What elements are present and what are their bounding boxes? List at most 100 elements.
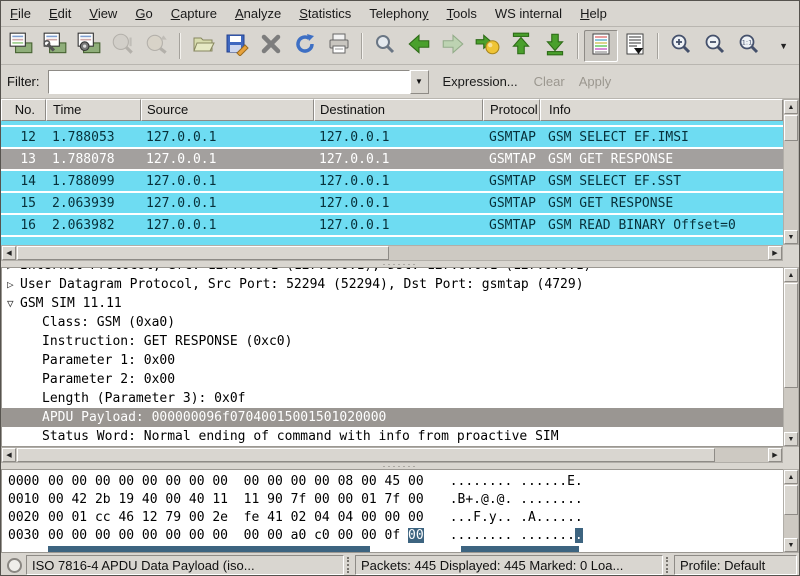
hex-bytes[interactable]: 00 00 00 00 00 00 00 00 00 00 00 00 08 0… — [48, 474, 424, 489]
go-back-button[interactable] — [402, 30, 436, 62]
detail-row[interactable]: Class: GSM (0xa0) — [2, 313, 783, 332]
hex-ascii[interactable]: ........ ....... — [450, 528, 575, 543]
hex-ascii[interactable]: ........ ......E. — [450, 474, 583, 489]
column-header-destination[interactable]: Destination — [314, 99, 483, 121]
capture-start-button[interactable] — [72, 30, 106, 62]
hex-row[interactable]: 000000 00 00 00 00 00 00 00 00 00 00 00 … — [2, 472, 783, 490]
expander-icon[interactable]: ▷ — [7, 267, 14, 272]
packet-row-partial[interactable] — [1, 237, 783, 245]
expander-icon[interactable]: ▽ — [7, 297, 14, 310]
hex-ascii[interactable]: .B+.@.@. ........ — [450, 492, 583, 507]
column-header-info[interactable]: Info — [540, 99, 783, 121]
detail-row[interactable]: Parameter 2: 0x00 — [2, 370, 783, 389]
scroll-left-button[interactable]: ◀ — [2, 448, 16, 462]
menu-go[interactable]: Go — [126, 2, 161, 25]
expert-info-icon[interactable] — [7, 558, 22, 573]
hex-bytes[interactable]: 00 00 00 00 00 00 00 00 00 00 a0 c0 00 0… — [48, 528, 408, 543]
menu-statistics[interactable]: Statistics — [290, 2, 360, 25]
menu-view[interactable]: View — [80, 2, 126, 25]
capture-restart-button[interactable] — [140, 30, 174, 62]
scrollbar-thumb[interactable] — [784, 485, 798, 515]
scroll-right-button[interactable]: ▶ — [768, 448, 782, 462]
capture-options-button[interactable] — [38, 30, 72, 62]
detail-row[interactable]: Length (Parameter 3): 0x0f — [2, 389, 783, 408]
go-forward-button[interactable] — [436, 30, 470, 62]
detail-row[interactable]: ▷Internet Protocol, Src: 127.0.0.1 (127.… — [2, 267, 783, 275]
capture-stop-button[interactable] — [106, 30, 140, 62]
packet-row[interactable]: 162.063982127.0.0.1127.0.0.1GSMTAPGSM RE… — [1, 215, 783, 237]
hex-byte-highlighted[interactable]: 00 — [408, 528, 424, 543]
menu-ws-internal[interactable]: WS internal — [486, 2, 571, 25]
menu-edit[interactable]: Edit — [40, 2, 80, 25]
hex-ascii-highlighted[interactable]: . — [575, 528, 583, 543]
scrollbar-thumb[interactable] — [784, 283, 798, 388]
find-packet-button[interactable] — [368, 30, 402, 62]
hex-row[interactable]: 001000 42 2b 19 40 00 40 11 11 90 7f 00 … — [2, 490, 783, 508]
hex-vertical-scrollbar[interactable]: ▲ ▼ — [783, 469, 799, 553]
hex-row[interactable]: 003000 00 00 00 00 00 00 00 00 00 a0 c0 … — [2, 526, 783, 544]
menu-file[interactable]: File — [1, 2, 40, 25]
scroll-down-button[interactable]: ▼ — [784, 230, 798, 244]
detail-row[interactable]: Status Word: Normal ending of command wi… — [2, 427, 783, 446]
save-file-button[interactable] — [220, 30, 254, 62]
interface-list-button[interactable] — [4, 30, 38, 62]
packet-row[interactable]: 152.063939127.0.0.1127.0.0.1GSMTAPGSM GE… — [1, 193, 783, 215]
menu-help[interactable]: Help — [571, 2, 616, 25]
apply-button[interactable]: Apply — [579, 74, 612, 89]
open-file-button[interactable] — [186, 30, 220, 62]
zoom-out-button[interactable] — [698, 30, 732, 62]
go-to-packet-button[interactable] — [470, 30, 504, 62]
menu-tools[interactable]: Tools — [438, 2, 486, 25]
detail-row[interactable]: ▽GSM SIM 11.11 — [2, 294, 783, 313]
details-vertical-scrollbar[interactable]: ▲ ▼ — [783, 267, 799, 447]
auto-scroll-button[interactable] — [618, 30, 652, 62]
scrollbar-thumb[interactable] — [17, 448, 715, 462]
hex-bytes[interactable]: 00 42 2b 19 40 00 40 11 11 90 7f 00 00 0… — [48, 492, 424, 507]
scroll-down-button[interactable]: ▼ — [784, 432, 798, 446]
filter-input[interactable] — [48, 70, 410, 94]
scroll-up-button[interactable]: ▲ — [784, 100, 798, 114]
status-profile[interactable]: Profile: Default — [674, 555, 797, 575]
go-to-bottom-button[interactable] — [538, 30, 572, 62]
expander-icon[interactable]: ▷ — [7, 278, 14, 291]
scrollbar-thumb[interactable] — [784, 115, 798, 141]
close-file-button[interactable] — [254, 30, 288, 62]
detail-row[interactable]: Parameter 1: 0x00 — [2, 351, 783, 370]
packet-row-selected[interactable]: 131.788078127.0.0.1127.0.0.1GSMTAPGSM GE… — [1, 149, 783, 171]
column-header-protocol[interactable]: Protocol — [483, 99, 540, 121]
hex-bytes[interactable]: 00 01 cc 46 12 79 00 2e fe 41 02 04 04 0… — [48, 510, 424, 525]
column-header-time[interactable]: Time — [46, 99, 141, 121]
packet-row[interactable]: 121.788053127.0.0.1127.0.0.1GSMTAPGSM SE… — [1, 127, 783, 149]
print-button[interactable] — [322, 30, 356, 62]
hex-row[interactable]: 002000 01 cc 46 12 79 00 2e fe 41 02 04 … — [2, 508, 783, 526]
column-header-no[interactable]: No. — [1, 99, 46, 121]
menu-telephony[interactable]: Telephony — [360, 2, 437, 25]
menu-capture[interactable]: Capture — [162, 2, 226, 25]
column-header-source[interactable]: Source — [141, 99, 314, 121]
go-to-top-button[interactable] — [504, 30, 538, 62]
toolbar-overflow-button[interactable]: ▼ — [779, 41, 788, 51]
hex-row-partial[interactable] — [2, 544, 783, 553]
scrollbar-thumb[interactable] — [17, 246, 389, 260]
detail-row-selected[interactable]: APDU Payload: 000000096f0704001500150102… — [2, 408, 783, 427]
scroll-up-button[interactable]: ▲ — [784, 470, 798, 484]
zoom-normal-button[interactable]: 1:1 — [732, 30, 766, 62]
detail-row[interactable]: Instruction: GET RESPONSE (0xc0) — [2, 332, 783, 351]
scroll-left-button[interactable]: ◀ — [2, 246, 16, 260]
clear-button[interactable]: Clear — [534, 74, 565, 89]
packet-list-vertical-scrollbar[interactable]: ▲ ▼ — [783, 99, 799, 245]
expression-button[interactable]: Expression... — [443, 74, 518, 89]
zoom-in-button[interactable] — [664, 30, 698, 62]
arrow-up-icon: ▲ — [788, 474, 795, 481]
scroll-right-button[interactable]: ▶ — [768, 246, 782, 260]
colorize-button[interactable] — [584, 30, 618, 62]
hex-ascii[interactable]: ...F.y.. .A...... — [450, 510, 583, 525]
go-bottom-icon — [542, 31, 568, 60]
reload-button[interactable] — [288, 30, 322, 62]
packet-row[interactable]: 141.788099127.0.0.1127.0.0.1GSMTAPGSM SE… — [1, 171, 783, 193]
detail-row[interactable]: ▷User Datagram Protocol, Src Port: 52294… — [2, 275, 783, 294]
menu-analyze[interactable]: Analyze — [226, 2, 290, 25]
filter-combo-arrow[interactable]: ▼ — [410, 70, 429, 94]
scroll-down-button[interactable]: ▼ — [784, 538, 798, 552]
scroll-up-button[interactable]: ▲ — [784, 268, 798, 282]
